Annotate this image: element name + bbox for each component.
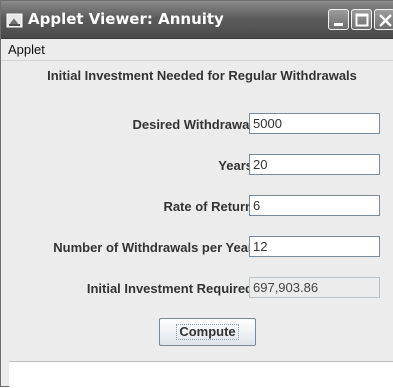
withdrawals-per-year-label: Number of Withdrawals per Year (53, 240, 253, 255)
window-title: Applet Viewer: Annuity (28, 10, 224, 28)
years-label: Years (218, 158, 253, 173)
desired-withdrawal-label: Desired Withdrawal (132, 117, 253, 132)
maximize-button[interactable] (351, 9, 372, 30)
desired-withdrawal-field[interactable]: 5000 (249, 113, 380, 134)
rate-of-return-label: Rate of Return (163, 199, 253, 214)
compute-button[interactable]: Compute (159, 318, 256, 346)
rate-of-return-field[interactable]: 6 (249, 195, 380, 216)
menu-bar: Applet (1, 39, 393, 61)
close-button[interactable] (374, 9, 393, 30)
investment-required-field: 697,903.86 (249, 277, 380, 298)
compute-button-label: Compute (179, 324, 236, 339)
form-heading: Initial Investment Needed for Regular Wi… (47, 68, 357, 83)
years-field[interactable]: 20 (249, 154, 380, 175)
applet-window: Applet Viewer: Annuity Applet Initial In… (0, 0, 393, 388)
minimize-button[interactable] (328, 9, 349, 30)
investment-required-label: Initial Investment Required (86, 281, 253, 296)
java-applet-icon (6, 12, 23, 29)
menu-applet[interactable]: Applet (8, 42, 45, 57)
title-bar[interactable]: Applet Viewer: Annuity (1, 1, 393, 39)
status-area (9, 362, 393, 388)
withdrawals-per-year-field[interactable]: 12 (249, 236, 380, 257)
